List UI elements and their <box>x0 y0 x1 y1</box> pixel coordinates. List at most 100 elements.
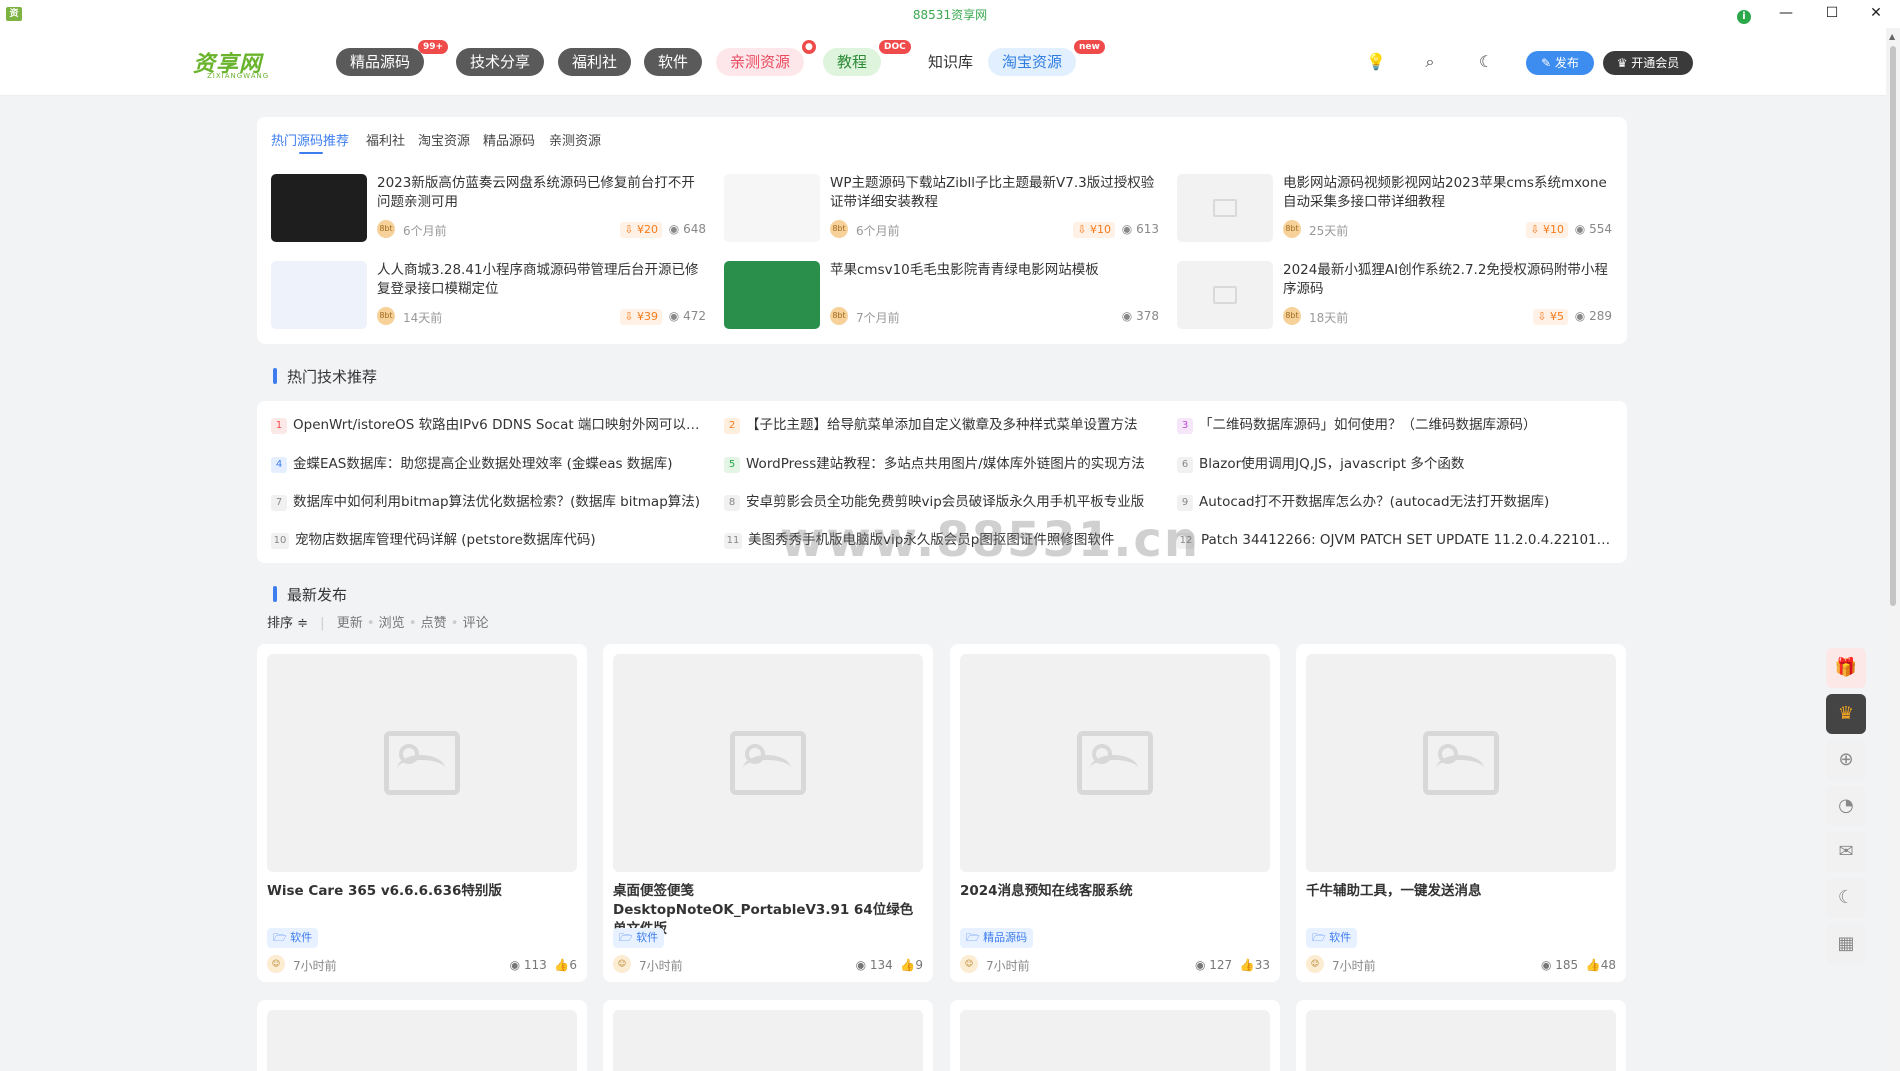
source-title[interactable]: 苹果cmsv10毛毛虫影院青青绿电影网站模板 <box>830 261 1160 280</box>
post-card[interactable] <box>950 1000 1280 1071</box>
gift-icon[interactable]: 🎁 <box>1826 648 1866 688</box>
post-image-placeholder[interactable] <box>267 1010 577 1071</box>
crown-icon[interactable]: ♛ <box>1826 694 1866 734</box>
nav-item-tutorials[interactable]: 教程 DOC <box>823 40 911 76</box>
nav-item-taobao[interactable]: 淘宝资源 new <box>988 40 1105 76</box>
nav-item-tested-resources[interactable]: 亲测资源 ● <box>716 40 816 76</box>
tech-link[interactable]: 1 OpenWrt/istoreOS 软路由IPv6 DDNS Socat 端口映… <box>271 414 711 436</box>
tab-welfare[interactable]: 福利社 <box>366 130 405 149</box>
nav-item-premium-source[interactable]: 精品源码 99+ <box>336 40 449 76</box>
tab-taobao[interactable]: 淘宝资源 <box>418 130 470 149</box>
post-title[interactable]: 千牛辅助工具，一键发送消息 <box>1306 882 1616 901</box>
tab-tested[interactable]: 亲测资源 <box>549 130 601 149</box>
post-card[interactable]: 桌面便签便笺 DesktopNoteOK_PortableV3.91 64位绿色… <box>603 644 933 982</box>
tech-link[interactable]: 12 Patch 34412266: OJVM PATCH SET UPDATE … <box>1177 529 1617 551</box>
plus-circle-icon[interactable]: ⊕ <box>1826 740 1866 780</box>
nav-item-tech-share[interactable]: 技术分享 <box>456 48 545 76</box>
author-avatar[interactable]: 8bt <box>830 307 848 325</box>
tech-link[interactable]: 11 美图秀秀手机版电脑版vip永久版会员p图抠图证件照修图软件 <box>724 529 1164 551</box>
publish-button[interactable]: ✎ 发布 <box>1526 51 1594 75</box>
category-tag[interactable]: 🗁 软件 <box>1306 928 1358 948</box>
sort-update[interactable]: 更新 <box>337 616 363 631</box>
post-title[interactable]: 2024消息预知在线客服系统 <box>960 882 1270 901</box>
status-info-icon[interactable]: i <box>1737 10 1751 24</box>
lightbulb-icon[interactable]: 💡 <box>1364 50 1388 74</box>
post-image-placeholder[interactable] <box>613 1010 923 1071</box>
search-icon[interactable]: ⌕ <box>1418 50 1442 74</box>
post-image-placeholder[interactable] <box>613 654 923 872</box>
source-thumbnail[interactable] <box>724 174 820 242</box>
sort-label[interactable]: 排序 ≑ <box>267 616 308 631</box>
source-item[interactable]: 2024最新小狐狸AI创作系统2.7.2免授权源码附带小程序源码 8bt 18天… <box>1177 261 1612 333</box>
post-card[interactable] <box>603 1000 933 1071</box>
nav-item-knowledge[interactable]: 知识库 <box>922 48 979 76</box>
sort-views[interactable]: 浏览 <box>379 616 405 631</box>
author-avatar[interactable]: 8bt <box>377 220 395 238</box>
source-item[interactable]: 电影网站源码视频影视网站2023苹果cms系统mxone自动采集多接口带详细教程… <box>1177 174 1612 246</box>
tech-link[interactable]: 3 「二维码数据库源码」如何使用？（二维码数据库源码） <box>1177 414 1617 436</box>
wechat-icon[interactable]: ✉ <box>1826 832 1866 872</box>
close-button[interactable]: ✕ <box>1856 2 1896 24</box>
source-title[interactable]: WP主题源码下载站Zibll子比主题最新V7.3版过授权验证带详细安装教程 <box>830 174 1160 212</box>
vip-button[interactable]: ♛ 开通会员 <box>1603 51 1693 75</box>
qq-icon[interactable]: ◔ <box>1826 786 1866 826</box>
tab-premium-source[interactable]: 精品源码 <box>483 130 535 149</box>
post-image-placeholder[interactable] <box>1306 1010 1616 1071</box>
tech-link[interactable]: 9 Autocad打不开数据库怎么办？(autocad无法打开数据库) <box>1177 491 1617 513</box>
author-avatar[interactable]: ☺ <box>1306 955 1324 973</box>
author-avatar[interactable]: ☺ <box>960 955 978 973</box>
source-thumbnail[interactable] <box>271 174 367 242</box>
category-tag[interactable]: 🗁 精品源码 <box>960 928 1034 948</box>
post-title[interactable]: Wise Care 365 v6.6.6.636特别版 <box>267 882 577 901</box>
nav-item-software[interactable]: 软件 <box>644 48 703 76</box>
post-image-placeholder[interactable] <box>960 1010 1270 1071</box>
source-item[interactable]: 人人商城3.28.41小程序商城源码带管理后台开源已修复登录接口模糊定位 8bt… <box>271 261 706 333</box>
post-image-placeholder[interactable] <box>1306 654 1616 872</box>
post-card[interactable]: Wise Care 365 v6.6.6.636特别版 🗁 软件 ☺ 7小时前 … <box>257 644 587 982</box>
author-avatar[interactable]: 8bt <box>377 307 395 325</box>
sort-likes[interactable]: 点赞 <box>421 616 447 631</box>
source-title[interactable]: 人人商城3.28.41小程序商城源码带管理后台开源已修复登录接口模糊定位 <box>377 261 707 299</box>
author-avatar[interactable]: 8bt <box>1283 307 1301 325</box>
author-avatar[interactable]: ☺ <box>267 955 285 973</box>
vertical-scrollbar[interactable]: ▲ <box>1886 28 1900 1071</box>
sort-comments[interactable]: 评论 <box>463 616 489 631</box>
source-thumbnail-placeholder[interactable] <box>1177 261 1273 329</box>
post-card[interactable] <box>1296 1000 1626 1071</box>
source-item[interactable]: WP主题源码下载站Zibll子比主题最新V7.3版过授权验证带详细安装教程 8b… <box>724 174 1159 246</box>
tech-link[interactable]: 10 宠物店数据库管理代码详解 (petstore数据库代码) <box>271 529 711 551</box>
source-item[interactable]: 2023新版高仿蓝奏云网盘系统源码已修复前台打不开问题亲测可用 8bt 6个月前… <box>271 174 706 246</box>
source-title[interactable]: 电影网站源码视频影视网站2023苹果cms系统mxone自动采集多接口带详细教程 <box>1283 174 1613 212</box>
post-card[interactable]: 2024消息预知在线客服系统 🗁 精品源码 ☺ 7小时前 ◉ 127 👍33 <box>950 644 1280 982</box>
author-avatar[interactable]: ☺ <box>613 955 631 973</box>
author-avatar[interactable]: 8bt <box>1283 220 1301 238</box>
maximize-button[interactable]: ☐ <box>1812 2 1852 24</box>
source-title[interactable]: 2024最新小狐狸AI创作系统2.7.2免授权源码附带小程序源码 <box>1283 261 1613 299</box>
category-tag[interactable]: 🗁 软件 <box>613 928 665 948</box>
tab-hot-source[interactable]: 热门源码推荐 <box>271 130 349 154</box>
dark-mode-icon[interactable]: ☾ <box>1474 50 1498 74</box>
post-image-placeholder[interactable] <box>267 654 577 872</box>
source-thumbnail[interactable] <box>271 261 367 329</box>
post-image-placeholder[interactable] <box>960 654 1270 872</box>
tech-link[interactable]: 5 WordPress建站教程：多站点共用图片/媒体库外链图片的实现方法 <box>724 453 1164 475</box>
category-tag[interactable]: 🗁 软件 <box>267 928 319 948</box>
source-item[interactable]: 苹果cmsv10毛毛虫影院青青绿电影网站模板 8bt 7个月前 ◉ 378 <box>724 261 1159 333</box>
site-logo[interactable]: 资享网 ZIXIANGWANG <box>193 46 269 80</box>
source-thumbnail[interactable] <box>724 261 820 329</box>
moon-icon[interactable]: ☾ <box>1826 878 1866 918</box>
tech-link[interactable]: 6 Blazor使用调用JQ,JS，javascript 多个函数 <box>1177 453 1617 475</box>
tech-link[interactable]: 2 【子比主题】给导航菜单添加自定义徽章及多种样式菜单设置方法 <box>724 414 1164 436</box>
tech-link[interactable]: 8 安卓剪影会员全功能免费剪映vip会员破译版永久用手机平板专业版 <box>724 491 1164 513</box>
nav-item-welfare[interactable]: 福利社 <box>558 48 632 76</box>
scroll-up-icon[interactable]: ▲ <box>1889 32 1895 41</box>
qrcode-icon[interactable]: ▦ <box>1826 924 1866 964</box>
tech-link[interactable]: 7 数据库中如何利用bitmap算法优化数据检索？(数据库 bitmap算法) <box>271 491 711 513</box>
post-card[interactable]: 千牛辅助工具，一键发送消息 🗁 软件 ☺ 7小时前 ◉ 185 👍48 <box>1296 644 1626 982</box>
minimize-button[interactable]: — <box>1766 2 1806 24</box>
author-avatar[interactable]: 8bt <box>830 220 848 238</box>
source-title[interactable]: 2023新版高仿蓝奏云网盘系统源码已修复前台打不开问题亲测可用 <box>377 174 707 212</box>
source-thumbnail-placeholder[interactable] <box>1177 174 1273 242</box>
post-card[interactable] <box>257 1000 587 1071</box>
tech-link[interactable]: 4 金蝶EAS数据库：助您提高企业数据处理效率 (金蝶eas 数据库) <box>271 453 711 475</box>
